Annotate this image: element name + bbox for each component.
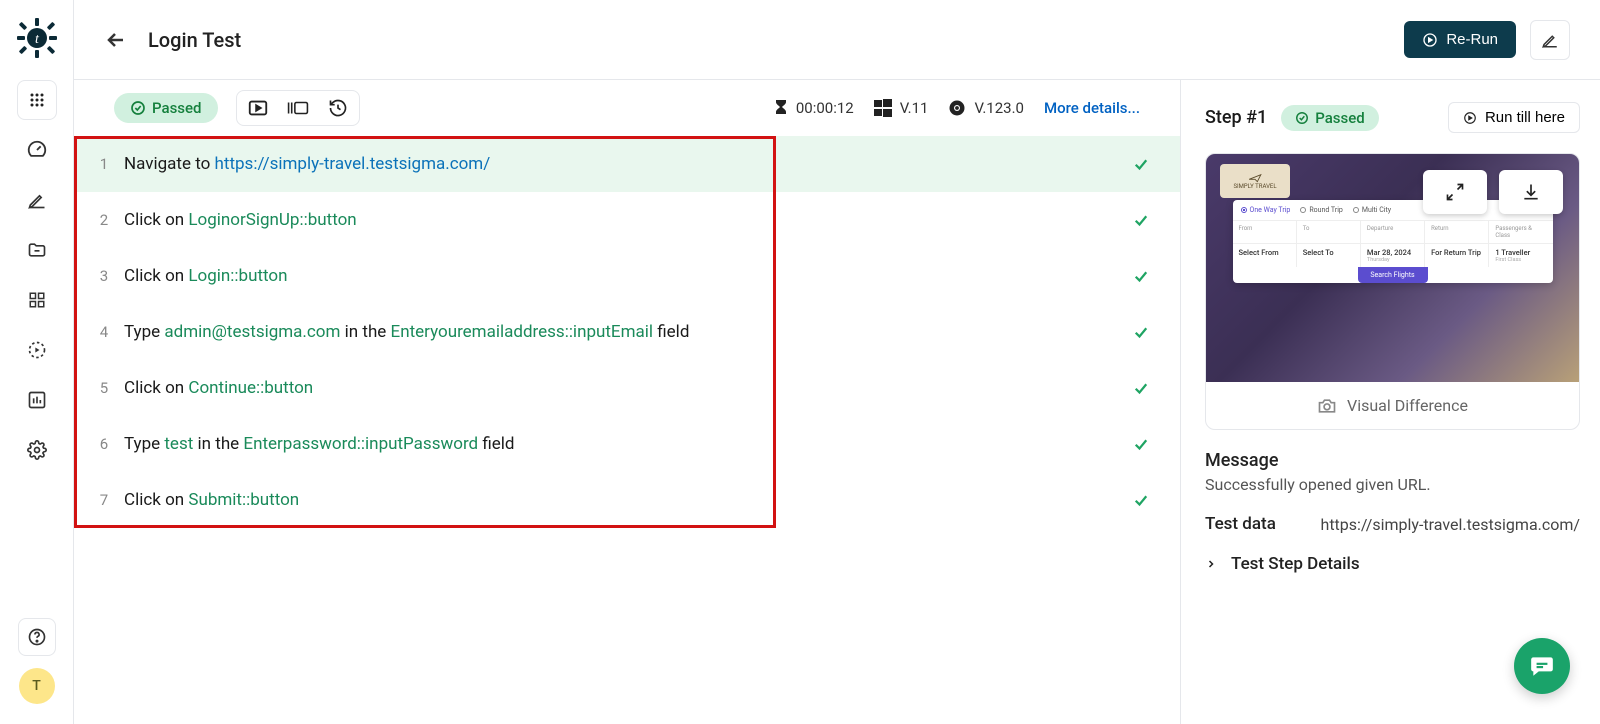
check-icon bbox=[1132, 323, 1150, 341]
screenshot-image: SIMPLY TRAVEL One Way Trip Round Trip Mu… bbox=[1206, 154, 1579, 382]
detail-step-label: Step #1 bbox=[1205, 107, 1267, 128]
step-number: 6 bbox=[92, 435, 116, 453]
steps-list: 1 Navigate to https://simply-travel.tests… bbox=[74, 136, 1180, 528]
edit-button[interactable] bbox=[1530, 20, 1570, 60]
test-data-row: Test data https://simply-travel.testsigm… bbox=[1205, 514, 1580, 534]
camera-icon bbox=[1317, 397, 1337, 415]
status-badge: Passed bbox=[114, 93, 218, 123]
expand-icon[interactable] bbox=[1423, 170, 1487, 214]
step-text: Type admin@testsigma.com in the Enteryou… bbox=[124, 322, 1132, 342]
step-text: Type test in the Enterpassword::inputPas… bbox=[124, 434, 1132, 454]
check-icon bbox=[1132, 155, 1150, 173]
check-icon bbox=[1132, 491, 1150, 509]
bar-chart-icon[interactable] bbox=[17, 380, 57, 420]
message-section: Message Successfully opened given URL. bbox=[1205, 450, 1580, 494]
step-row[interactable]: 1 Navigate to https://simply-travel.tests… bbox=[74, 136, 1180, 192]
pencil-icon[interactable] bbox=[17, 180, 57, 220]
detail-status-badge: Passed bbox=[1281, 105, 1379, 131]
grid-icon[interactable] bbox=[17, 280, 57, 320]
hourglass-icon bbox=[774, 99, 788, 117]
folder-icon[interactable] bbox=[17, 230, 57, 270]
step-row[interactable]: 5 Click on Continue::button bbox=[74, 360, 1180, 416]
download-icon[interactable] bbox=[1499, 170, 1563, 214]
back-arrow-icon[interactable] bbox=[104, 28, 128, 52]
step-row[interactable]: 3 Click on Login::button bbox=[74, 248, 1180, 304]
play-icon[interactable] bbox=[247, 97, 269, 119]
check-icon bbox=[1132, 211, 1150, 229]
visual-difference-button[interactable]: Visual Difference bbox=[1206, 382, 1579, 429]
duration: 00:00:12 bbox=[774, 99, 854, 117]
detail-panel: Step #1 Passed Run till here SIMPLY TRAV… bbox=[1180, 80, 1600, 724]
run-till-here-button[interactable]: Run till here bbox=[1448, 102, 1580, 133]
step-number: 2 bbox=[92, 211, 116, 229]
more-details-link[interactable]: More details... bbox=[1044, 99, 1140, 117]
app-logo: t bbox=[17, 18, 57, 58]
os-version: V.11 bbox=[874, 99, 929, 117]
chat-widget[interactable] bbox=[1514, 638, 1570, 694]
check-icon bbox=[1132, 379, 1150, 397]
step-number: 3 bbox=[92, 267, 116, 285]
step-row[interactable]: 2 Click on LoginorSignUp::button bbox=[74, 192, 1180, 248]
step-text: Click on Continue::button bbox=[124, 378, 1132, 398]
step-text: Click on LoginorSignUp::button bbox=[124, 210, 1132, 230]
step-row[interactable]: 7 Click on Submit::button bbox=[74, 472, 1180, 528]
step-number: 5 bbox=[92, 379, 116, 397]
gear-icon[interactable] bbox=[17, 430, 57, 470]
step-text: Click on Login::button bbox=[124, 266, 1132, 286]
screenshot-card: SIMPLY TRAVEL One Way Trip Round Trip Mu… bbox=[1205, 153, 1580, 430]
avatar[interactable]: T bbox=[19, 668, 55, 704]
main-panel: Login Test Re-Run Passed bbox=[74, 0, 1600, 724]
step-text: Navigate to https://simply-travel.testsi… bbox=[124, 154, 1132, 174]
step-row[interactable]: 6 Type test in the Enterpassword::inputPa… bbox=[74, 416, 1180, 472]
top-header: Login Test Re-Run bbox=[74, 0, 1600, 80]
help-icon[interactable] bbox=[18, 618, 56, 656]
screenshot-brand-logo: SIMPLY TRAVEL bbox=[1220, 164, 1290, 198]
step-row[interactable]: 4 Type admin@testsigma.com in the Enteryo… bbox=[74, 304, 1180, 360]
toolbar: Passed 00:00:12 bbox=[74, 80, 1180, 136]
chevron-right-icon bbox=[1205, 558, 1217, 570]
step-text: Click on Submit::button bbox=[124, 490, 1132, 510]
check-icon bbox=[1132, 435, 1150, 453]
speedometer-icon[interactable] bbox=[17, 130, 57, 170]
step-number: 7 bbox=[92, 491, 116, 509]
check-icon bbox=[1132, 267, 1150, 285]
windows-icon bbox=[874, 99, 892, 117]
apps-icon[interactable] bbox=[17, 80, 57, 120]
page-title: Login Test bbox=[148, 28, 241, 52]
steps-panel: Passed 00:00:12 bbox=[74, 80, 1180, 724]
step-number: 4 bbox=[92, 323, 116, 341]
play-loading-icon[interactable] bbox=[17, 330, 57, 370]
sidebar: t T bbox=[0, 0, 74, 724]
toolbar-actions bbox=[236, 90, 360, 126]
browser-version: V.123.0 bbox=[948, 99, 1024, 117]
compare-icon[interactable] bbox=[287, 97, 309, 119]
history-icon[interactable] bbox=[327, 97, 349, 119]
test-step-details-toggle[interactable]: Test Step Details bbox=[1205, 554, 1580, 574]
step-number: 1 bbox=[92, 155, 116, 173]
chrome-icon bbox=[948, 99, 966, 117]
avatar-letter: T bbox=[32, 678, 41, 694]
rerun-button[interactable]: Re-Run bbox=[1404, 21, 1516, 58]
